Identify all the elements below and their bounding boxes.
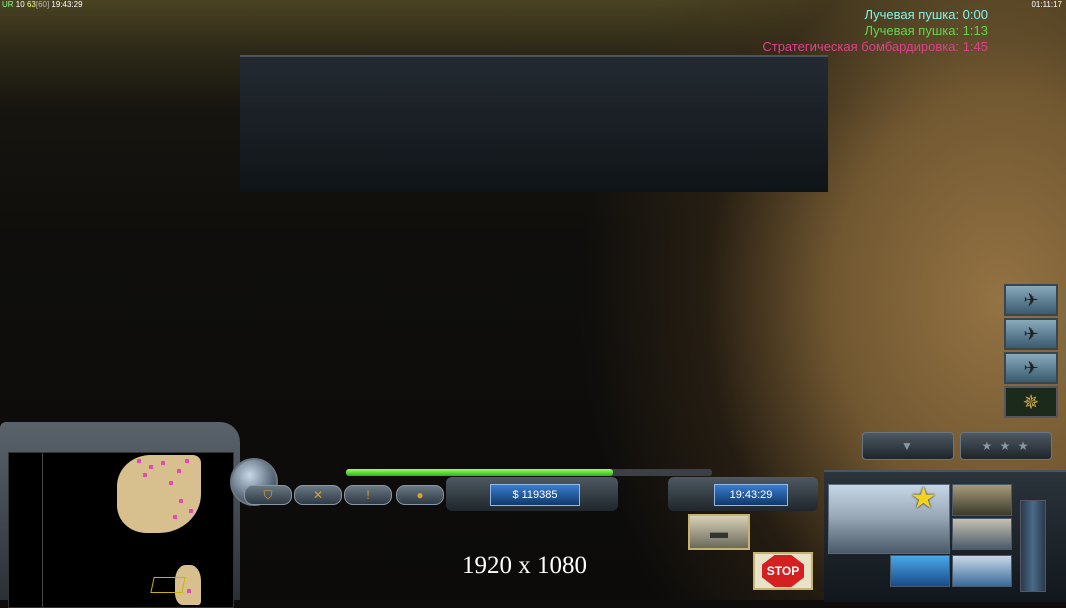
crossed-tools-icon: ✕: [312, 488, 324, 502]
upgrade-slot[interactable]: [952, 555, 1012, 587]
main-panel: [240, 55, 828, 192]
general-power-button[interactable]: ✈: [1004, 318, 1058, 350]
unit-dot: [179, 499, 183, 503]
time-readout: 19:43:29: [714, 484, 788, 506]
money-readout: $ 119385: [490, 484, 580, 506]
unit-thumbnail[interactable]: ▬: [688, 514, 750, 550]
upgrade-slot[interactable]: [952, 518, 1012, 550]
unit-dot: [189, 509, 193, 513]
tab-collapse[interactable]: ▼: [862, 432, 954, 460]
upgrade-slot[interactable]: [952, 484, 1012, 516]
command-button[interactable]: ⛉: [244, 485, 292, 505]
minimap-viewport[interactable]: [150, 577, 186, 593]
unit-dot: [187, 589, 191, 593]
panel-scroll[interactable]: [1020, 500, 1046, 592]
unit-dot: [149, 465, 153, 469]
tab-rank[interactable]: ★ ★ ★: [960, 432, 1052, 460]
fps-limit: [60]: [35, 0, 50, 9]
minimap-frame: [0, 422, 240, 608]
tank-icon: ▬: [710, 521, 728, 542]
timer-line: Лучевая пушка: 0:00: [864, 7, 988, 22]
health-bar-fill: [346, 469, 614, 476]
unit-dot: [177, 469, 181, 473]
stop-button[interactable]: STOP: [753, 552, 813, 590]
unit-dot: [169, 481, 173, 485]
general-power-button[interactable]: ✈: [1004, 352, 1058, 384]
map-edge: [42, 453, 43, 607]
unit-dot: [137, 459, 141, 463]
overlay-clock: 19:43:29: [51, 0, 83, 9]
alert-icon: !: [366, 488, 370, 502]
minimap[interactable]: [8, 452, 234, 608]
unit-dot: [185, 459, 189, 463]
unit-dot: [143, 473, 147, 477]
aircraft-1-icon: ✈: [1023, 289, 1039, 310]
aircraft-3-icon: ✈: [1023, 357, 1039, 378]
fps-value: 10: [15, 0, 25, 9]
fps-value-2: 63: [26, 0, 36, 9]
fps-label: UR: [2, 0, 14, 9]
game-time: 01:11:17: [1031, 0, 1062, 9]
general-powers-bar: ✈ ✈ ✈ ✵: [1002, 284, 1066, 420]
resolution-text: 1920 x 1080: [462, 552, 587, 579]
stop-sign-icon: STOP: [762, 555, 804, 587]
general-power-button[interactable]: ✈: [1004, 284, 1058, 316]
command-button[interactable]: ●: [396, 485, 444, 505]
map-terrain: [117, 455, 201, 533]
health-bar: [346, 469, 712, 476]
command-button[interactable]: !: [344, 485, 392, 505]
perf-overlay: UR 10 63[60] 19:43:29: [2, 0, 83, 9]
upgrade-slot[interactable]: [890, 555, 950, 587]
guard-icon: ⛉: [263, 487, 273, 502]
timer-line: Лучевая пушка: 1:13: [864, 23, 988, 38]
timer-line: Стратегическая бомбардировка: 1:45: [762, 39, 988, 54]
superweapon-timers: Лучевая пушка: 0:00 Лучевая пушка: 1:13 Ст…: [762, 7, 988, 55]
unit-dot: [161, 461, 165, 465]
unit-dot: [173, 515, 177, 519]
aircraft-2-icon: ✈: [1023, 323, 1039, 344]
veterancy-star-icon: ★: [910, 482, 937, 515]
chat-icon: ●: [416, 488, 424, 502]
command-button[interactable]: ✕: [294, 485, 342, 505]
